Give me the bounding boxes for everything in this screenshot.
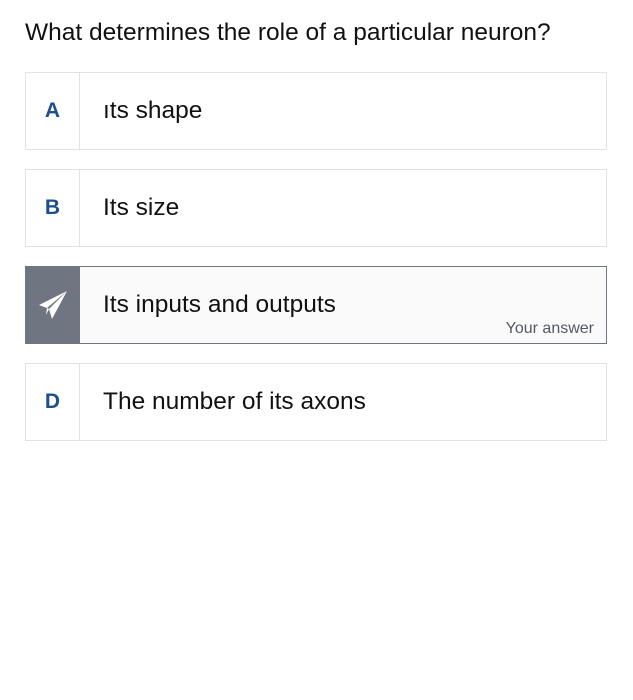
option-d-text: The number of its axons (103, 388, 366, 415)
option-a-letter: A (26, 73, 80, 149)
option-c[interactable]: Its inputs and outputs Your answer (25, 266, 607, 344)
option-b[interactable]: B Its size (25, 169, 607, 247)
question-text: What determines the role of a particular… (25, 19, 551, 46)
answer-options: A ıts shape B Its size Its inputs and ou… (25, 72, 607, 460)
paper-plane-icon (36, 288, 70, 322)
option-b-text: Its size (103, 194, 180, 221)
option-a-text: ıts shape (103, 97, 203, 124)
option-b-letter: B (26, 170, 80, 246)
option-a[interactable]: A ıts shape (25, 72, 607, 150)
option-d-letter: D (26, 364, 80, 440)
option-c-marker (26, 267, 80, 343)
your-answer-label: Your answer (505, 320, 594, 337)
option-d[interactable]: D The number of its axons (25, 363, 607, 441)
